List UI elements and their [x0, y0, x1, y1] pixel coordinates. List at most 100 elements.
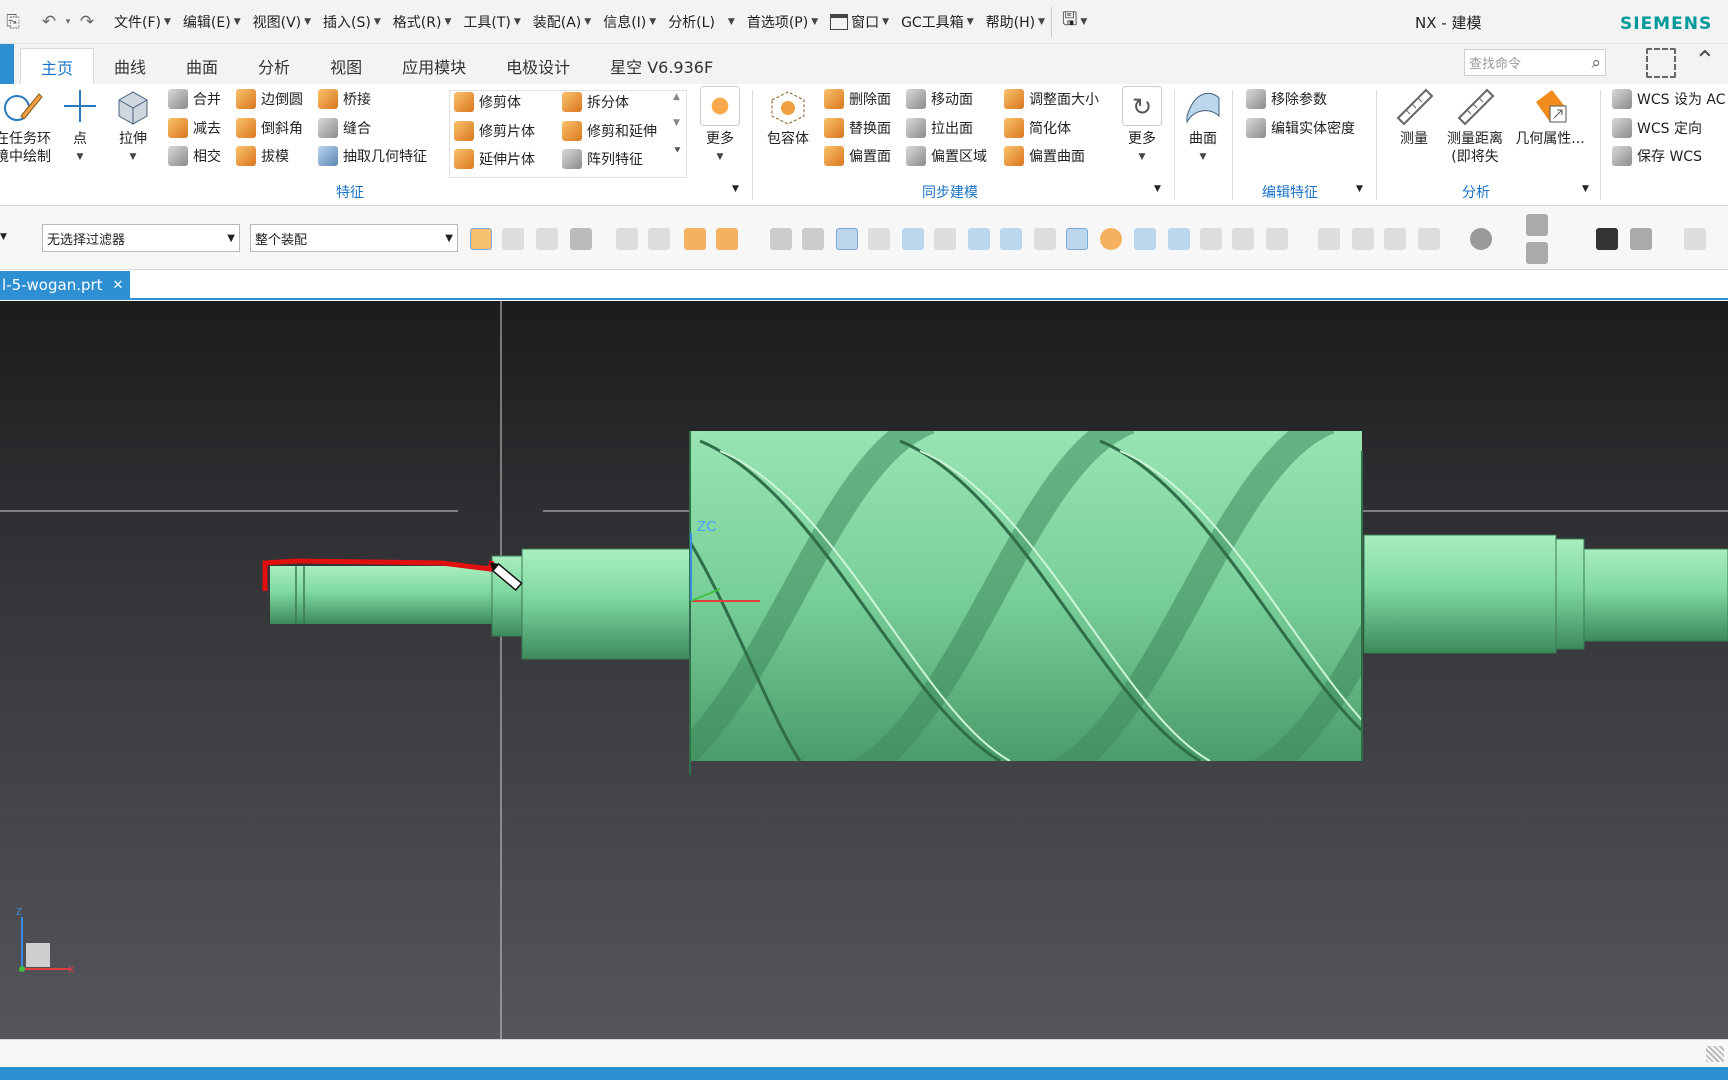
render-style-icon[interactable]	[1470, 228, 1492, 250]
menu-file[interactable]: 文件(F) ▼	[108, 12, 177, 32]
feature-group-expand-icon[interactable]: ▼	[732, 184, 739, 194]
sketch-in-task-button[interactable]: 在任务环 境中绘制	[0, 86, 54, 166]
menu-help[interactable]: 帮助(H) ▼	[980, 12, 1051, 32]
assembly-scope-select[interactable]: 整个装配 ▼	[250, 224, 458, 252]
snap-intersection-icon[interactable]	[968, 228, 990, 250]
menu-format[interactable]: 格式(R) ▼	[387, 12, 458, 32]
menu-window[interactable]: 窗口 ▼	[824, 12, 895, 32]
snap-tangent-icon[interactable]	[1034, 228, 1056, 250]
tab-curve[interactable]: 曲线	[94, 48, 166, 84]
edit-section-icon[interactable]	[1630, 228, 1652, 250]
view-rotate-icon[interactable]	[1384, 228, 1406, 250]
fullscreen-icon[interactable]	[1646, 48, 1676, 78]
menu-preferences[interactable]: 首选项(P) ▼	[741, 12, 824, 32]
filter-icon[interactable]	[536, 228, 558, 250]
tab-application[interactable]: 应用模块	[382, 48, 486, 84]
edit-feature-expand-icon[interactable]: ▼	[1356, 184, 1363, 194]
edit-solid-density-button[interactable]: 编辑实体密度	[1246, 118, 1355, 138]
graphics-window[interactable]: ZC Z X	[0, 301, 1728, 1039]
new-file-icon[interactable]: ⎘	[0, 9, 26, 35]
split-body-button[interactable]: 拆分体	[562, 92, 629, 112]
tab-xingkong[interactable]: 星空 V6.936F	[590, 48, 733, 84]
undo-dropdown-icon[interactable]: ▾	[62, 9, 74, 35]
simplify-body-button[interactable]: 简化体	[1004, 118, 1071, 138]
snap-control-icon[interactable]	[934, 228, 956, 250]
brush-icon[interactable]	[1684, 228, 1706, 250]
pattern-feature-button[interactable]: 阵列特征	[562, 149, 643, 169]
trim-body-button[interactable]: 修剪体	[454, 92, 521, 112]
tab-electrode-design[interactable]: 电极设计	[486, 48, 590, 84]
snap-solid-icon[interactable]	[802, 228, 824, 250]
collapse-ribbon-icon[interactable]: ⌃	[1694, 46, 1716, 76]
save-wcs-button[interactable]: 保存 WCS	[1612, 146, 1702, 166]
snap-center-icon[interactable]	[1066, 228, 1088, 250]
more-sync-button[interactable]: ↻ 更多 ▼	[1116, 86, 1168, 166]
selection-scope-icon[interactable]	[570, 228, 592, 250]
menu-insert[interactable]: 插入(S) ▼	[317, 12, 387, 32]
offset-surface-button[interactable]: 偏置曲面	[1004, 146, 1085, 166]
select-all-icon[interactable]	[616, 228, 638, 250]
view-fit-icon[interactable]	[1352, 228, 1374, 250]
view-section-icon[interactable]	[1318, 228, 1340, 250]
menu-dropdown-icon[interactable]: ▼	[0, 232, 7, 242]
tab-analysis[interactable]: 分析	[238, 48, 310, 84]
extract-geometry-button[interactable]: 抽取几何特征	[318, 146, 427, 166]
face-rule-icon[interactable]	[684, 228, 706, 250]
delete-face-button[interactable]: 删除面	[824, 89, 891, 109]
geometry-properties-button[interactable]: 几何属性...	[1508, 86, 1592, 148]
menu-assembly[interactable]: 装配(A) ▼	[527, 12, 597, 32]
chamfer-button[interactable]: 倒斜角	[236, 118, 303, 138]
sew-button[interactable]: 缝合	[318, 118, 371, 138]
select-features-icon[interactable]	[502, 228, 524, 250]
sync-group-expand-icon[interactable]: ▼	[1154, 184, 1161, 194]
snap-existing-point-icon[interactable]	[1134, 228, 1156, 250]
gallery-scroll-down-icon[interactable]: ▼	[673, 118, 680, 128]
gallery-expand-icon[interactable]: ⯆	[673, 144, 682, 158]
extrude-button[interactable]: 拉伸 ▼	[108, 86, 158, 166]
pull-face-button[interactable]: 拉出面	[906, 118, 973, 138]
snap-on-face-icon[interactable]	[1200, 228, 1222, 250]
offset-region-button[interactable]: 偏置区域	[906, 146, 987, 166]
type-filter-select[interactable]: 无选择过滤器 ▼	[42, 224, 240, 252]
menu-gc-toolkit[interactable]: GC工具箱 ▼	[895, 12, 980, 32]
intersect-button[interactable]: 相交	[168, 146, 221, 166]
background-icon[interactable]	[1596, 228, 1618, 250]
snap-bounded-icon[interactable]	[1232, 228, 1254, 250]
snap-point-icon[interactable]	[836, 228, 858, 250]
save-icon[interactable]: 🖫 ▼	[1050, 6, 1093, 37]
orient-view-icon[interactable]	[1526, 214, 1548, 236]
subtract-button[interactable]: 减去	[168, 118, 221, 138]
menu-edit[interactable]: 编辑(E) ▼	[177, 12, 247, 32]
document-tab[interactable]: l-5-wogan.prt ✕	[0, 271, 130, 299]
draft-button[interactable]: 拔模	[236, 146, 289, 166]
move-face-button[interactable]: 移动面	[906, 89, 973, 109]
snap-on-curve-icon[interactable]	[1168, 228, 1190, 250]
resize-face-button[interactable]: 调整面大小	[1004, 89, 1099, 109]
gallery-scroll-up-icon[interactable]: ▲	[673, 92, 680, 102]
search-icon[interactable]: ⌕	[1591, 53, 1601, 73]
menu-view[interactable]: 视图(V) ▼	[247, 12, 317, 32]
select-bodies-icon[interactable]	[470, 228, 492, 250]
snap-box-icon[interactable]	[770, 228, 792, 250]
command-search[interactable]: 查找命令 ⌕	[1464, 49, 1606, 76]
snap-quadrant-icon[interactable]	[1100, 228, 1122, 250]
edge-blend-button[interactable]: 边倒圆	[236, 89, 303, 109]
view-zoom-icon[interactable]	[1418, 228, 1440, 250]
wcs-orient-button[interactable]: WCS 定向	[1612, 118, 1702, 138]
undo-icon[interactable]: ↶	[36, 9, 62, 35]
remove-parameters-button[interactable]: 移除参数	[1246, 89, 1327, 109]
bounding-body-button[interactable]: 包容体	[760, 86, 816, 148]
curve-rule-icon[interactable]	[716, 228, 738, 250]
trim-sheet-button[interactable]: 修剪片体	[454, 121, 535, 141]
menu-info[interactable]: 信息(I) ▼	[597, 12, 662, 32]
close-icon[interactable]: ✕	[113, 278, 124, 293]
tab-home[interactable]: 主页	[20, 48, 95, 84]
unite-button[interactable]: 合并	[168, 89, 221, 109]
replace-face-button[interactable]: 替换面	[824, 118, 891, 138]
deselect-icon[interactable]	[648, 228, 670, 250]
snap-arc-center-icon[interactable]	[1000, 228, 1022, 250]
layer-icon[interactable]	[1526, 242, 1548, 264]
measure-button[interactable]: 测量	[1384, 86, 1444, 148]
snap-grid-icon[interactable]	[1266, 228, 1288, 250]
more-features-button[interactable]: 更多 ▼	[694, 86, 746, 166]
